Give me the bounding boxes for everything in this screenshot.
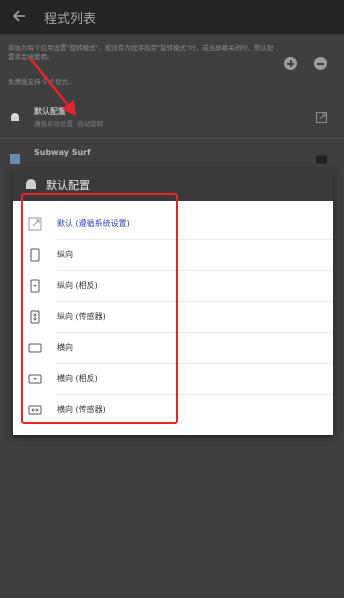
android-icon	[26, 179, 36, 189]
back-arrow-icon[interactable]	[10, 7, 28, 25]
landscape-mode-icon[interactable]	[316, 154, 327, 165]
annotation-arrow-icon	[29, 57, 76, 116]
app-bar: 程式列表	[0, 0, 344, 34]
page-title: 程式列表	[44, 12, 97, 27]
annotation-highlight-box	[21, 193, 178, 424]
remove-app-button[interactable]	[314, 57, 327, 70]
android-icon	[11, 113, 19, 121]
open-external-icon[interactable]	[316, 112, 327, 123]
divider	[0, 138, 344, 139]
dialog-title: 默认配置	[46, 179, 90, 192]
list-item-name: Subway Surf	[34, 148, 91, 157]
app-icon	[10, 154, 20, 164]
add-app-button[interactable]	[284, 57, 297, 70]
